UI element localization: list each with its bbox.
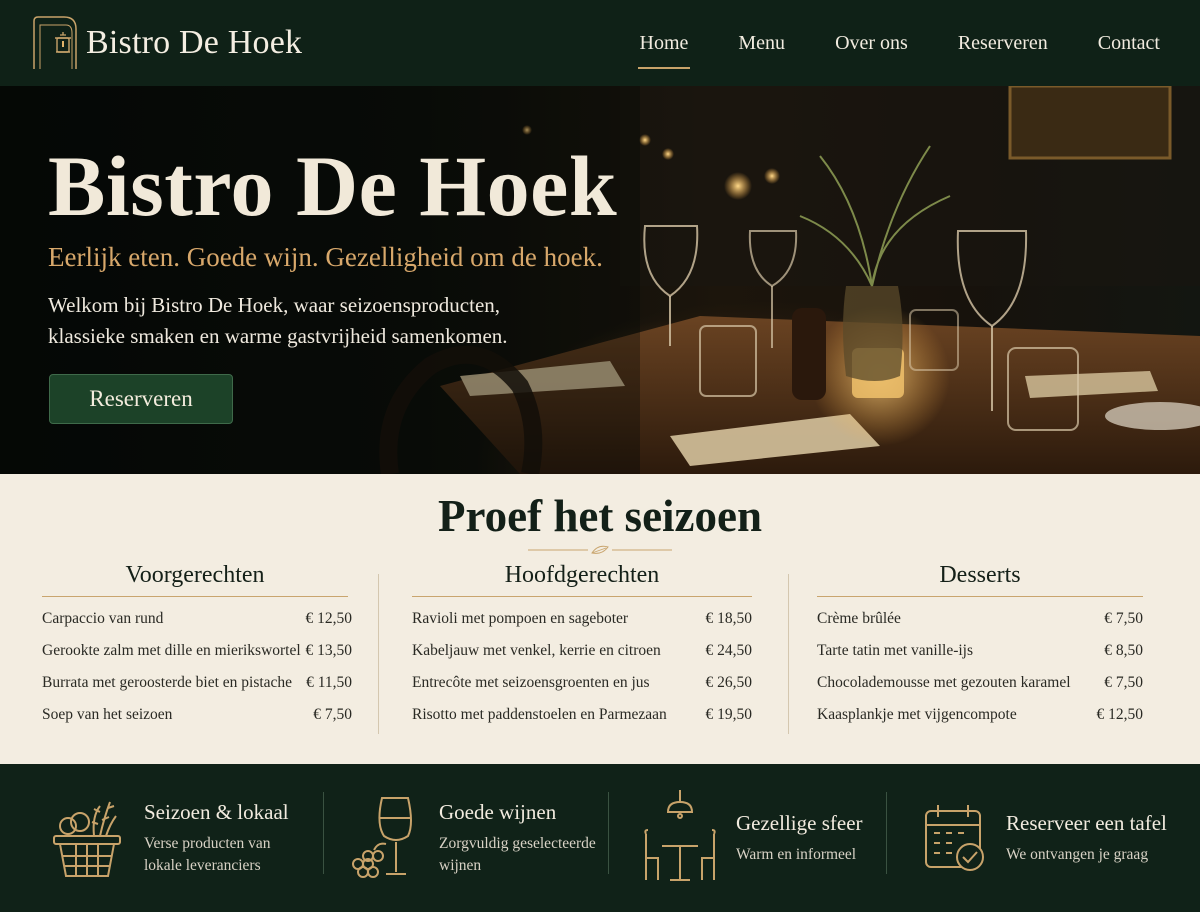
menu-item: Burrata met geroosterde biet en pistache…	[42, 673, 352, 705]
feature-desc-line: Warm en informeel	[736, 845, 857, 863]
menu-item: Crème brûlée € 7,50	[817, 609, 1143, 641]
feature-seizoen-lokaal: Seizoen & lokaal Verse producten van lok…	[48, 764, 289, 912]
hero-tagline: Eerlijk eten. Goede wijn. Gezelligheid o…	[48, 242, 603, 272]
dish-name: Kabeljauw met venkel, kerrie en citroen	[412, 642, 661, 659]
dish-name: Kaasplankje met vijgencompote	[817, 706, 1017, 723]
menu-item: Chocolademousse met gezouten karamel € 7,…	[817, 673, 1143, 705]
brand-name[interactable]: Bistro De Hoek	[86, 24, 302, 62]
dish-price: € 7,50	[313, 706, 352, 723]
feature-desc-line: Verse producten van	[144, 834, 271, 852]
feature-copy: Goede wijnen Zorgvuldig geselecteerde wi…	[439, 800, 596, 877]
leaf-ornament-icon	[528, 545, 672, 554]
feature-copy: Reserveer een tafel We ontvangen je graa…	[1006, 811, 1167, 866]
feature-copy: Seizoen & lokaal Verse producten van lok…	[144, 800, 289, 877]
feature-desc: We ontvangen je graag	[1006, 844, 1167, 866]
feature-reserveer-tafel[interactable]: Reserveer een tafel We ontvangen je graa…	[920, 764, 1167, 912]
column-heading: Hoofdgerechten	[412, 562, 752, 597]
site-header: Bistro De Hoek Home Menu Over ons Reserv…	[0, 0, 1200, 86]
menu-item: Gerookte zalm met dille en mierikswortel…	[42, 641, 352, 673]
feature-desc: Zorgvuldig geselecteerde wijnen	[439, 833, 596, 877]
menu-item: Kaasplankje met vijgencompote € 12,50	[817, 705, 1143, 737]
feature-goede-wijnen: Goede wijnen Zorgvuldig geselecteerde wi…	[343, 764, 596, 912]
feature-copy: Gezellige sfeer Warm en informeel	[736, 811, 863, 866]
feature-gezellige-sfeer: Gezellige sfeer Warm en informeel	[640, 764, 863, 912]
features-bar: Seizoen & lokaal Verse producten van lok…	[0, 764, 1200, 912]
hero-intro-line: Welkom bij Bistro De Hoek, waar seizoens…	[48, 293, 501, 317]
feature-divider	[608, 792, 609, 874]
hero-title: Bistro De Hoek	[48, 138, 618, 234]
hero-section: Bistro De Hoek Eerlijk eten. Goede wijn.…	[0, 86, 1200, 474]
menu-title: Proef het seizoen	[437, 491, 763, 541]
dish-price: € 12,50	[1096, 706, 1144, 723]
column-divider	[788, 574, 789, 734]
menu-section: Proef het seizoen Voorgerechten Carpacci…	[0, 474, 1200, 764]
dish-name: Burrata met geroosterde biet en pistache	[42, 674, 293, 691]
menu-item: Entrecôte met seizoensgroenten en jus € 2…	[412, 673, 752, 705]
menu-item: Kabeljauw met venkel, kerrie en citroen €…	[412, 641, 752, 673]
feature-desc: Warm en informeel	[736, 844, 863, 866]
menu-item: Ravioli met pompoen en sageboter € 18,50	[412, 609, 752, 641]
feature-title: Seizoen & lokaal	[144, 799, 289, 824]
dish-name: Ravioli met pompoen en sageboter	[412, 610, 629, 627]
feature-divider	[886, 792, 887, 874]
feature-desc-line: lokale leveranciers	[144, 856, 261, 874]
nav-over-ons[interactable]: Over ons	[833, 24, 910, 63]
dish-name: Tarte tatin met vanille-ijs	[817, 642, 974, 659]
column-heading: Desserts	[817, 562, 1143, 597]
calendar-check-icon	[920, 790, 990, 886]
hero-intro-line: klassieke smaken en warme gastvrijheid s…	[48, 324, 508, 348]
dish-price: € 8,50	[1104, 642, 1143, 659]
dish-price: € 19,50	[705, 706, 753, 723]
lantern-logo-icon	[30, 15, 78, 71]
feature-title: Goede wijnen	[439, 799, 557, 824]
feature-title[interactable]: Reserveer een tafel	[1006, 811, 1167, 836]
feature-title: Gezellige sfeer	[736, 810, 863, 835]
nav-home[interactable]: Home	[637, 24, 691, 69]
dish-name: Crème brûlée	[817, 610, 901, 627]
dish-price: € 26,50	[705, 674, 753, 691]
nav-reserveren[interactable]: Reserveren	[956, 24, 1050, 63]
menu-item: Risotto met paddenstoelen en Parmezaan € …	[412, 705, 752, 737]
menu-column-hoofdgerechten: Hoofdgerechten Ravioli met pompoen en sa…	[412, 562, 752, 737]
dish-name: Risotto met paddenstoelen en Parmezaan	[412, 706, 667, 723]
dish-price: € 7,50	[1104, 674, 1143, 691]
feature-desc-line: Zorgvuldig geselecteerde	[439, 834, 596, 852]
bistro-table-icon	[640, 790, 720, 886]
dish-price: € 12,50	[305, 610, 353, 627]
menu-item: Carpaccio van rund € 12,50	[42, 609, 352, 641]
dish-price: € 11,50	[306, 674, 352, 691]
dish-price: € 24,50	[705, 642, 753, 659]
reserveren-button[interactable]: Reserveren	[49, 374, 233, 424]
dish-name: Entrecôte met seizoensgroenten en jus	[412, 674, 650, 691]
nav-contact[interactable]: Contact	[1096, 24, 1162, 63]
dish-name: Gerookte zalm met dille en mierikswortel	[42, 642, 301, 659]
feature-divider	[323, 792, 324, 874]
nav-menu[interactable]: Menu	[736, 24, 787, 63]
menu-column-desserts: Desserts Crème brûlée € 7,50 Tarte tatin …	[817, 562, 1143, 737]
dish-price: € 13,50	[305, 642, 353, 659]
main-nav: Home Menu Over ons Reserveren Contact	[637, 0, 1163, 86]
feature-desc-line: wijnen	[439, 856, 482, 874]
dish-name: Soep van het seizoen	[42, 706, 173, 723]
dish-price: € 18,50	[705, 610, 753, 627]
dish-name: Chocolademousse met gezouten karamel	[817, 674, 1071, 691]
hero-intro: Welkom bij Bistro De Hoek, waar seizoens…	[48, 290, 568, 352]
wine-glass-icon	[343, 790, 423, 886]
column-divider	[378, 574, 379, 734]
menu-item: Tarte tatin met vanille-ijs € 8,50	[817, 641, 1143, 673]
menu-column-voorgerechten: Voorgerechten Carpaccio van rund € 12,50 …	[42, 562, 352, 737]
feature-desc-line: We ontvangen je graag	[1006, 845, 1149, 863]
feature-desc: Verse producten van lokale leveranciers	[144, 833, 289, 877]
basket-icon	[48, 790, 128, 886]
dish-name: Carpaccio van rund	[42, 610, 164, 627]
menu-item: Soep van het seizoen € 7,50	[42, 705, 352, 737]
column-heading: Voorgerechten	[42, 562, 348, 597]
dish-price: € 7,50	[1104, 610, 1143, 627]
